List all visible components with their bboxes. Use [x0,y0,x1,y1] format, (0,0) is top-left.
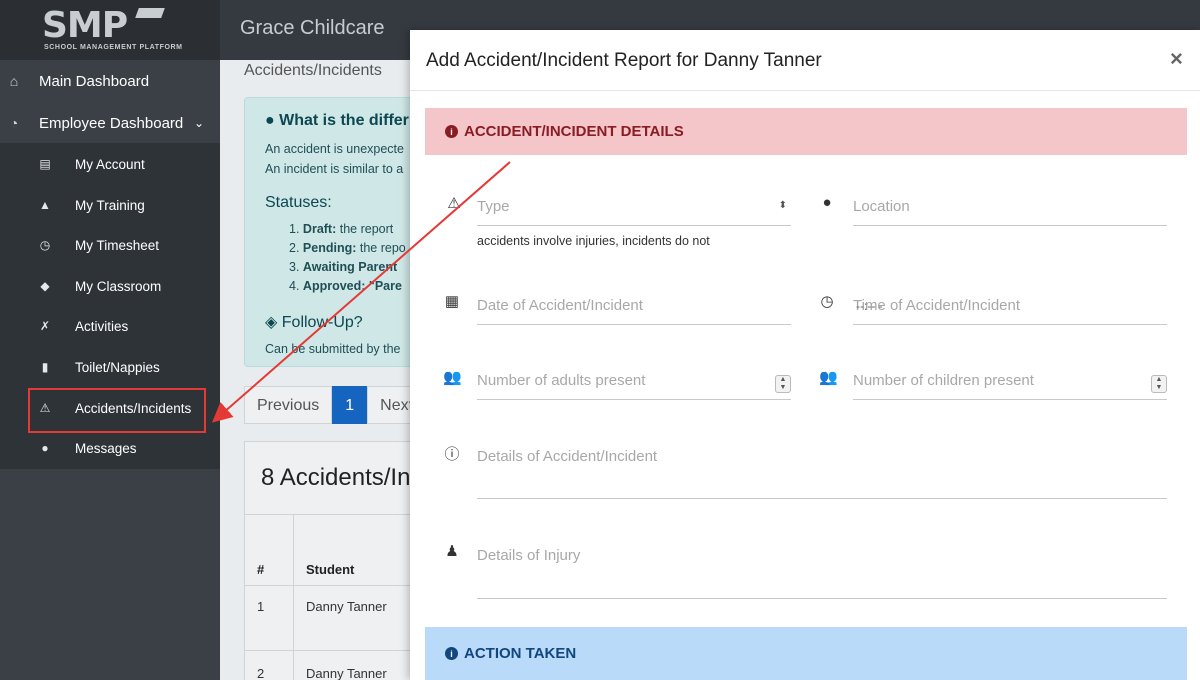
injury-textarea[interactable]: Details of Injury [477,535,1167,599]
modal-title: Add Accident/Incident Report for Danny T… [426,50,822,71]
date-field[interactable]: Date of Accident/Incident [477,285,791,325]
diamond-arrow-icon: ◈ [265,314,278,331]
page-1-button[interactable]: 1 [332,386,368,424]
pagination: Previous 1 Next [244,386,427,424]
info-circle-icon: ⓘ [444,446,460,463]
add-report-modal: Add Accident/Incident Report for Danny T… [410,30,1200,680]
column-header-student[interactable]: Student [306,562,354,577]
status-item: 1. Draft: the report [289,222,394,236]
children-number-field[interactable]: Number of children present ▲ ▼ [853,360,1167,400]
row-student[interactable]: Danny Tanner [306,666,387,680]
toilet-icon: ▮ [41,360,49,374]
section-accident-details: i ACCIDENT/INCIDENT DETAILS [425,108,1187,155]
section-title: ACCIDENT/INCIDENT DETAILS [464,123,684,140]
sidebar-item-label: My Account [75,156,145,172]
info-circle-icon: i [445,125,458,138]
children-placeholder: Number of children present [853,372,1034,389]
sidebar-item-label: Toilet/Nappies [75,359,160,375]
user-injured-icon: ♟ [445,543,459,560]
date-placeholder: Date of Accident/Incident [477,297,643,314]
sort-arrows-icon: ⬍ [778,200,787,211]
type-placeholder: Type [477,198,510,215]
sidebar: ⌂ Main Dashboard ◔ Employee Dashboard ⌄ … [0,60,220,680]
sidebar-item-label: My Timesheet [75,237,160,253]
info-circle-icon: ● [265,112,275,129]
users-icon: 👥 [443,369,462,386]
clock-icon: ◷ [820,293,834,310]
followup-heading: ◈ Follow-Up? [265,314,363,331]
sidebar-item-my-account[interactable]: ▤ My Account [0,144,220,184]
injury-placeholder: Details of Injury [477,547,581,564]
sidebar-item-activities[interactable]: ✗ Activities [0,306,220,346]
status-item: 2. Pending: the repo [289,241,406,255]
dashboard-gauge-icon: ◔ [9,115,19,131]
location-field[interactable]: Location [853,186,1167,226]
sidebar-item-label: Activities [75,318,129,334]
graduation-cap-icon [135,8,165,18]
sidebar-item-my-classroom[interactable]: ◆ My Classroom [0,266,220,306]
calendar-icon: ▦ [444,293,460,310]
clock-icon: ◷ [39,238,51,252]
school-name: Grace Childcare [240,17,385,39]
home-icon: ⌂ [9,73,19,89]
info-circle-icon: i [445,647,458,660]
chevron-down-icon: ⌄ [194,116,205,130]
breadcrumb: Accidents/Incidents [244,62,382,79]
map-marker-icon: ● [822,194,832,211]
logo-subtitle: SCHOOL MANAGEMENT PLATFORM [44,44,183,51]
status-item: 4. Approved: "Pare [289,279,402,293]
sidebar-item-my-timesheet[interactable]: ◷ My Timesheet [0,225,220,265]
details-textarea[interactable]: Details of Accident/Incident [477,436,1167,499]
divider [410,90,1200,91]
statuses-heading: Statuses: [265,194,332,211]
logo-text: SMP [42,5,128,46]
section-title: ACTION TAKEN [464,645,577,662]
logo[interactable]: SMP SCHOOL MANAGEMENT PLATFORM [0,0,220,60]
highlight-box [28,388,206,433]
sidebar-item-toilet-nappies[interactable]: ▮ Toilet/Nappies [0,347,220,387]
comment-icon: ● [41,441,49,455]
time-field[interactable]: Time of Accident/Incident --:-- - [853,285,1167,325]
section-action-taken: i ACTION TAKEN [425,627,1187,680]
id-card-icon: ▤ [39,157,51,171]
card-title: 8 Accidents/In [261,464,411,491]
close-icon[interactable]: × [1170,46,1183,72]
adults-number-field[interactable]: Number of adults present ▲ ▼ [477,360,791,400]
time-input-mask: --:-- - [856,299,883,313]
details-placeholder: Details of Accident/Incident [477,448,658,465]
column-header-number[interactable]: # [257,562,264,577]
sidebar-item-messages[interactable]: ● Messages [0,428,220,468]
sidebar-item-main-dashboard[interactable]: ⌂ Main Dashboard [0,60,220,102]
running-icon: ✗ [39,319,51,333]
number-stepper-icon[interactable]: ▲ ▼ [1151,375,1167,393]
users-icon: 👥 [819,369,838,386]
type-hint: accidents involve injuries, incidents do… [477,234,710,248]
info-text: An incident is similar to a [265,162,404,176]
location-placeholder: Location [853,198,910,215]
adults-placeholder: Number of adults present [477,372,646,389]
row-number: 1 [257,599,265,614]
info-text: An accident is unexpecte [265,142,404,156]
sidebar-item-my-training[interactable]: ▲ My Training [0,185,220,225]
sidebar-item-label: My Training [75,197,145,213]
warning-icon: ⚠ [447,195,461,212]
type-select[interactable]: Type ⬍ [477,186,791,226]
column-divider [293,514,294,680]
status-item: 3. Awaiting Parent [289,260,398,274]
sidebar-item-label: Messages [75,440,137,456]
info-heading: ● What is the differ [265,112,409,129]
sidebar-item-label: Employee Dashboard [39,114,184,132]
sidebar-item-label: Main Dashboard [39,72,150,90]
sidebar-item-label: My Classroom [75,278,162,294]
row-number: 2 [257,666,265,680]
training-icon: ▲ [39,198,51,212]
previous-page-button[interactable]: Previous [244,386,333,424]
followup-text: Can be submitted by the [265,342,401,356]
graduation-cap-icon: ◆ [40,279,50,293]
row-student[interactable]: Danny Tanner [306,599,387,614]
number-stepper-icon[interactable]: ▲ ▼ [775,375,791,393]
sidebar-item-employee-dashboard[interactable]: ◔ Employee Dashboard ⌄ [0,102,220,144]
